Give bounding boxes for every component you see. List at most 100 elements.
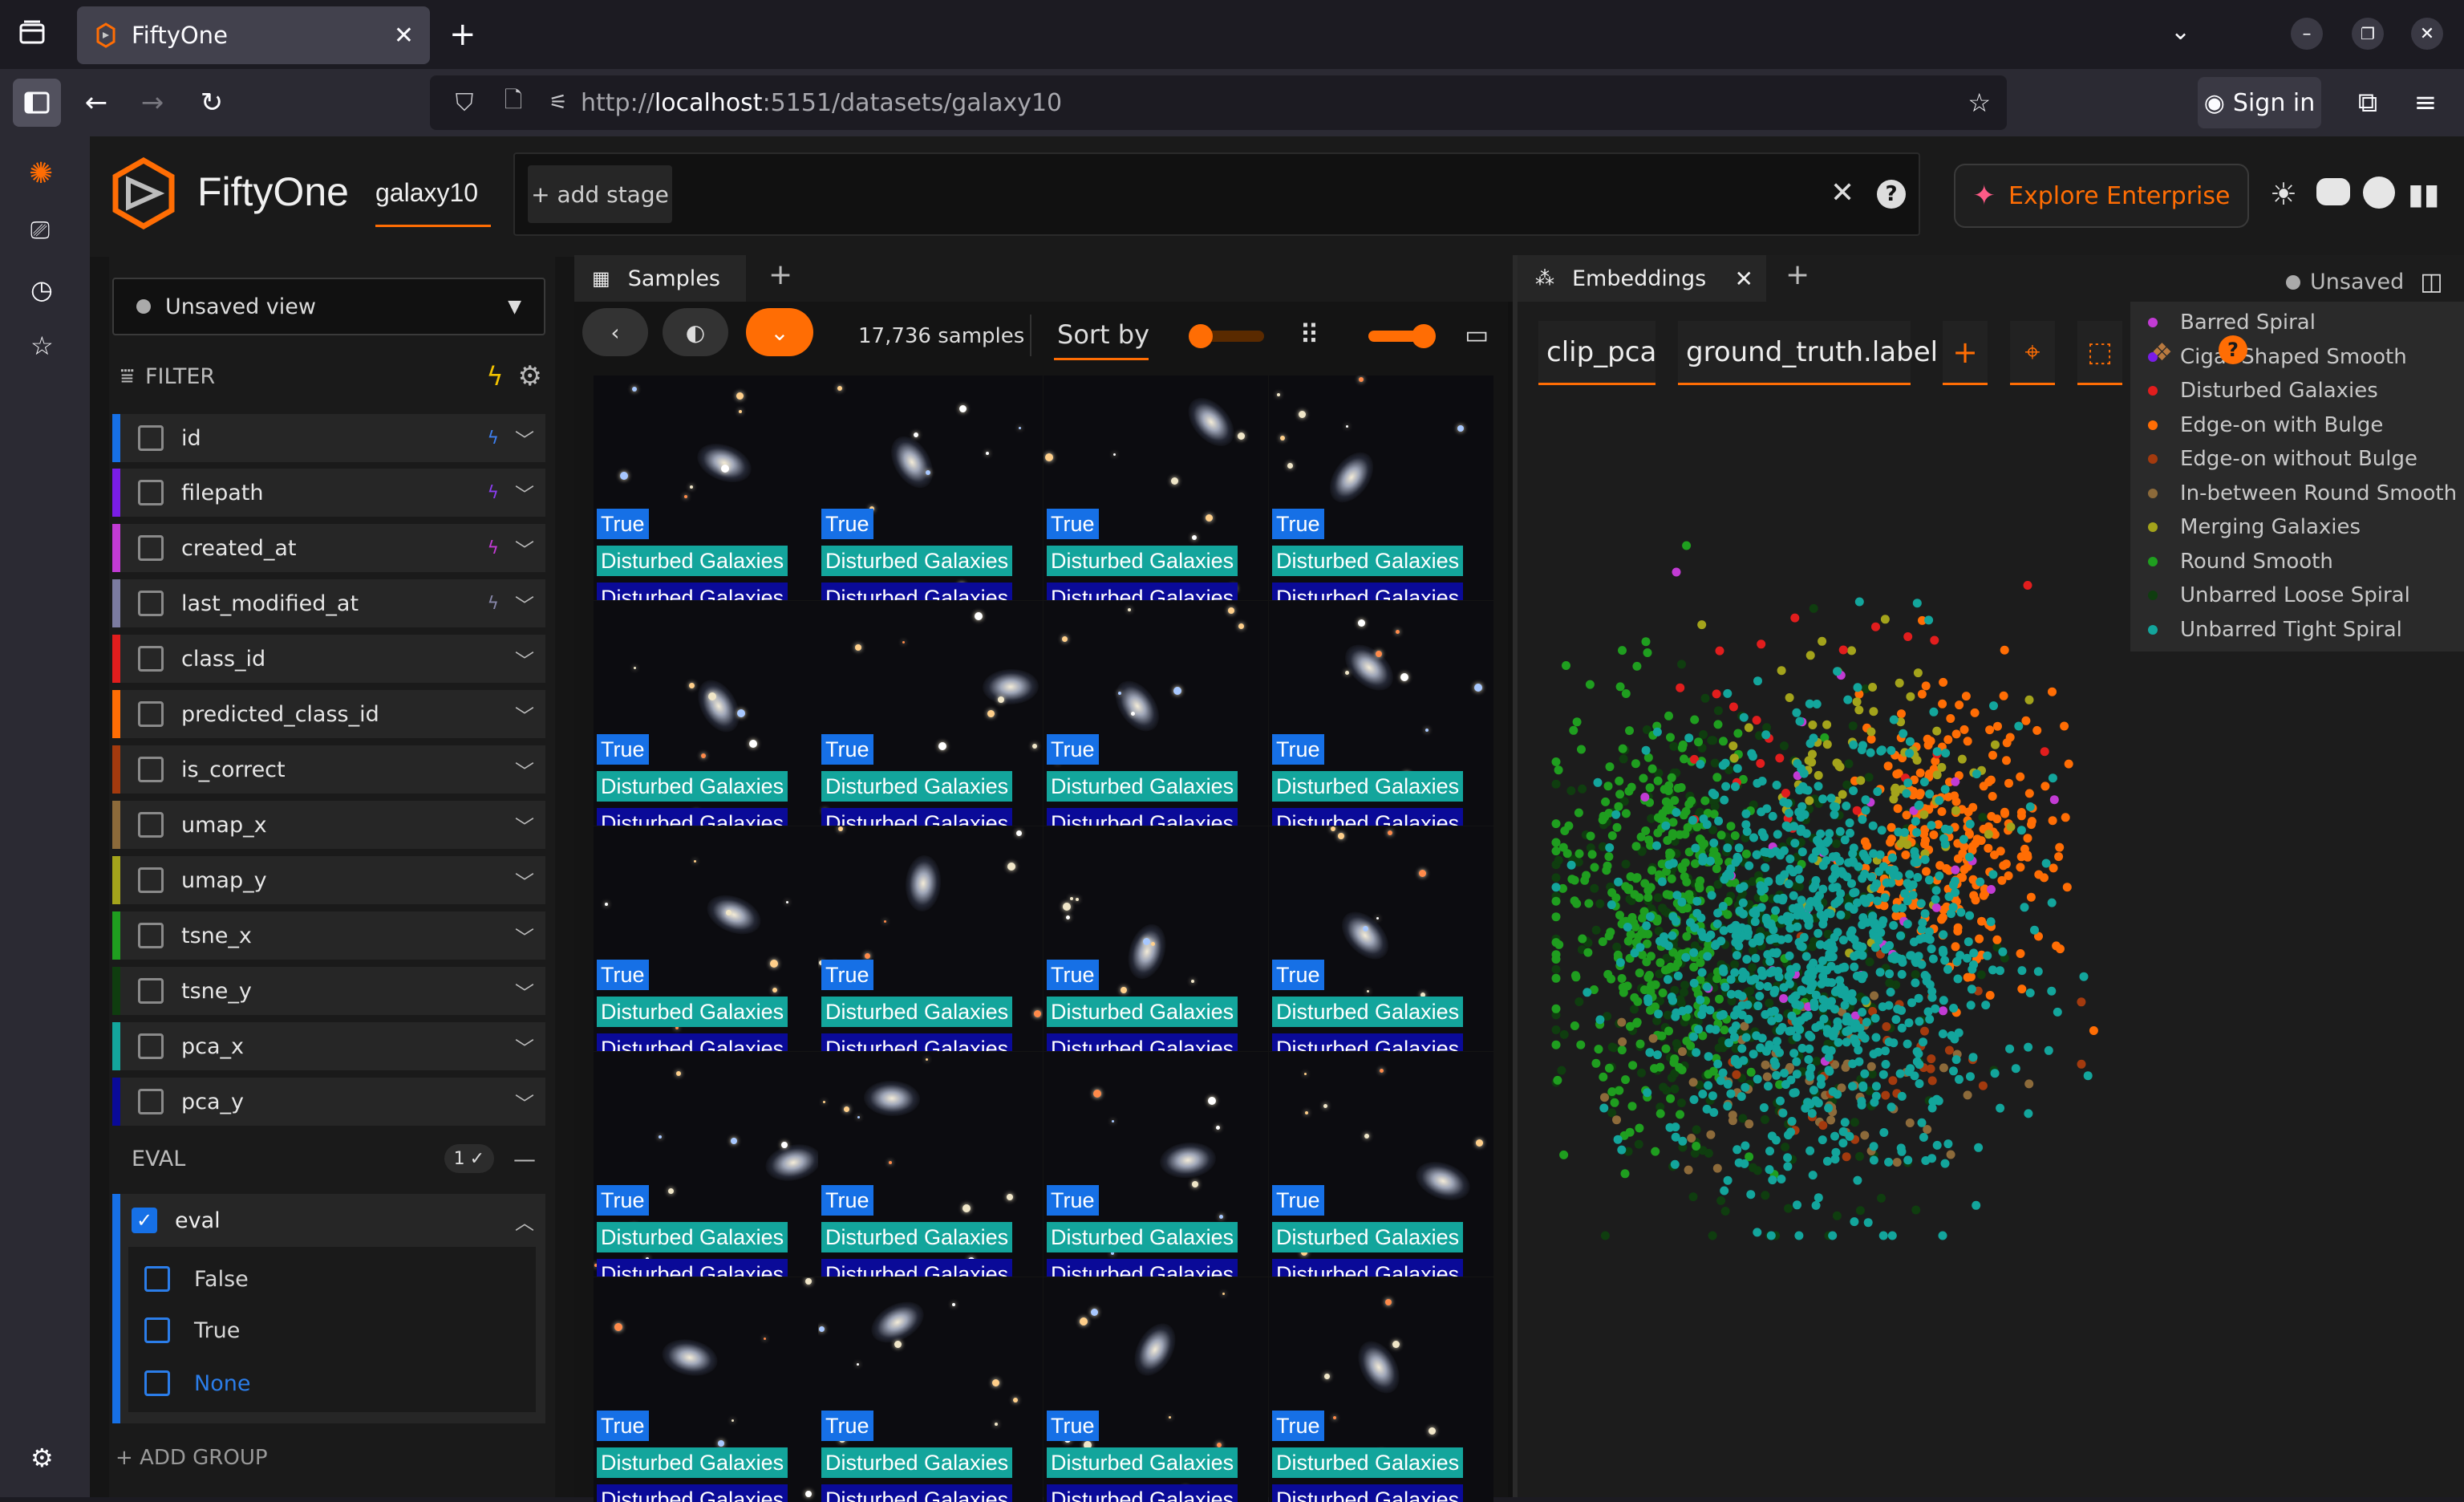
scatter-point[interactable] xyxy=(1810,998,1819,1008)
scatter-point[interactable] xyxy=(1963,1090,1972,1100)
scatter-point[interactable] xyxy=(1927,821,1936,830)
scatter-point[interactable] xyxy=(1849,740,1858,749)
scatter-point[interactable] xyxy=(1742,924,1752,934)
scatter-point[interactable] xyxy=(1876,746,1886,756)
tab-list-icon[interactable] xyxy=(16,16,48,48)
scatter-point[interactable] xyxy=(2016,826,2026,835)
scatter-point[interactable] xyxy=(1935,796,1944,806)
scatter-point[interactable] xyxy=(1696,995,1705,1005)
scatter-point[interactable] xyxy=(1732,951,1741,960)
scatter-point[interactable] xyxy=(1938,912,1947,922)
scatter-point[interactable] xyxy=(1804,756,1814,765)
scatter-point[interactable] xyxy=(1661,1044,1671,1053)
customize-sidebar-icon[interactable]: ⚙ xyxy=(30,1443,54,1473)
scatter-point[interactable] xyxy=(1805,1072,1815,1082)
scatter-point[interactable] xyxy=(1731,781,1740,791)
scatter-point[interactable] xyxy=(1668,912,1678,921)
field-checkbox[interactable] xyxy=(138,480,164,505)
scatter-point[interactable] xyxy=(1852,806,1862,815)
scatter-point[interactable] xyxy=(1932,726,1942,736)
scatter-point[interactable] xyxy=(1748,1163,1757,1172)
scatter-point[interactable] xyxy=(1785,964,1795,974)
scatter-point[interactable] xyxy=(1600,1231,1610,1240)
scatter-point[interactable] xyxy=(1851,1038,1861,1048)
scatter-point[interactable] xyxy=(1860,1069,1870,1078)
scatter-point[interactable] xyxy=(2030,925,2039,935)
scatter-point[interactable] xyxy=(1669,1057,1679,1067)
scatter-point[interactable] xyxy=(1570,875,1579,885)
scatter-point[interactable] xyxy=(1886,878,1896,887)
scatter-point[interactable] xyxy=(1844,902,1854,911)
scatter-point[interactable] xyxy=(2023,581,2032,590)
scatter-point[interactable] xyxy=(1964,937,1973,947)
scatter-point[interactable] xyxy=(1612,1115,1621,1125)
scatter-point[interactable] xyxy=(1985,991,1995,1000)
scatter-point[interactable] xyxy=(1779,994,1789,1003)
scatter-point[interactable] xyxy=(1947,909,1955,919)
scatter-point[interactable] xyxy=(1835,976,1845,985)
scatter-point[interactable] xyxy=(1870,943,1880,952)
legend-item[interactable]: Edge-on without Bulge xyxy=(2148,443,2417,475)
field-row-umap-x[interactable]: umap_x ﹀ xyxy=(112,801,545,849)
scatter-point[interactable] xyxy=(1551,873,1561,883)
scatter-point[interactable] xyxy=(1712,864,1721,874)
scatter-point[interactable] xyxy=(1726,822,1736,831)
scatter-point[interactable] xyxy=(1761,1009,1770,1019)
scatter-point[interactable] xyxy=(1863,1218,1873,1228)
scatter-point[interactable] xyxy=(2044,1045,2053,1055)
sample-tile[interactable]: True Disturbed Galaxies Disturbed Galaxies xyxy=(1044,1052,1268,1277)
scatter-point[interactable] xyxy=(1902,789,1911,798)
scatter-point[interactable] xyxy=(1939,677,1948,687)
scatter-point[interactable] xyxy=(1921,681,1931,691)
scatter-point[interactable] xyxy=(1840,835,1850,845)
browser-tab[interactable]: FiftyOne ✕ xyxy=(77,6,430,64)
scatter-point[interactable] xyxy=(1978,813,1988,822)
field-row-predicted-class-id[interactable]: predicted_class_id ﹀ xyxy=(112,690,545,738)
scatter-point[interactable] xyxy=(1785,808,1793,818)
scatter-point[interactable] xyxy=(1707,891,1716,900)
scatter-point[interactable] xyxy=(1915,1060,1924,1070)
scatter-point[interactable] xyxy=(1694,737,1703,747)
scatter-point[interactable] xyxy=(1768,811,1777,821)
scatter-point[interactable] xyxy=(2053,1007,2062,1017)
scatter-point[interactable] xyxy=(1857,1097,1866,1106)
scatter-point[interactable] xyxy=(1672,891,1682,900)
sample-tile[interactable]: True Disturbed Galaxies Disturbed Galaxies xyxy=(594,1277,818,1502)
scatter-point[interactable] xyxy=(1805,796,1814,806)
scatter-point[interactable] xyxy=(1658,988,1668,997)
scatter-point[interactable] xyxy=(1858,951,1867,960)
scatter-point[interactable] xyxy=(1905,737,1915,746)
scatter-point[interactable] xyxy=(1720,1207,1730,1216)
zoom-slider[interactable] xyxy=(1368,324,1436,348)
scatter-point[interactable] xyxy=(1931,895,1940,904)
scatter-point[interactable] xyxy=(1832,758,1842,768)
scatter-point[interactable] xyxy=(1822,720,1832,729)
scatter-point[interactable] xyxy=(1698,932,1708,941)
scatter-point[interactable] xyxy=(1684,1005,1693,1014)
scatter-point[interactable] xyxy=(1812,700,1822,708)
scatter-point[interactable] xyxy=(1732,1070,1741,1079)
scatter-point[interactable] xyxy=(1858,741,1867,750)
scatter-point[interactable] xyxy=(1889,794,1899,804)
scatter-point[interactable] xyxy=(1830,1155,1840,1164)
scatter-point[interactable] xyxy=(1818,1121,1828,1131)
scatter-point[interactable] xyxy=(1790,613,1800,623)
scatter-point[interactable] xyxy=(1604,1063,1614,1073)
scatter-point[interactable] xyxy=(1783,934,1793,944)
field-checkbox[interactable] xyxy=(138,1033,164,1059)
scatter-point[interactable] xyxy=(1558,842,1568,852)
scatter-point[interactable] xyxy=(1642,957,1651,967)
scatter-point[interactable] xyxy=(1894,871,1903,880)
scatter-point[interactable] xyxy=(1819,1014,1829,1024)
scatter-point[interactable] xyxy=(1836,889,1846,899)
scatter-point[interactable] xyxy=(1858,814,1867,824)
scatter-point[interactable] xyxy=(1704,1148,1713,1158)
scatter-point[interactable] xyxy=(1628,1061,1638,1070)
scatter-point[interactable] xyxy=(1804,1055,1814,1064)
scatter-point[interactable] xyxy=(1657,1031,1667,1041)
extensions-icon[interactable]: ⧉ xyxy=(2344,79,2392,127)
scatter-point[interactable] xyxy=(1911,978,1920,988)
scatter-point[interactable] xyxy=(1920,1026,1929,1036)
scatter-point[interactable] xyxy=(1763,919,1773,929)
scatter-point[interactable] xyxy=(1676,1098,1686,1108)
